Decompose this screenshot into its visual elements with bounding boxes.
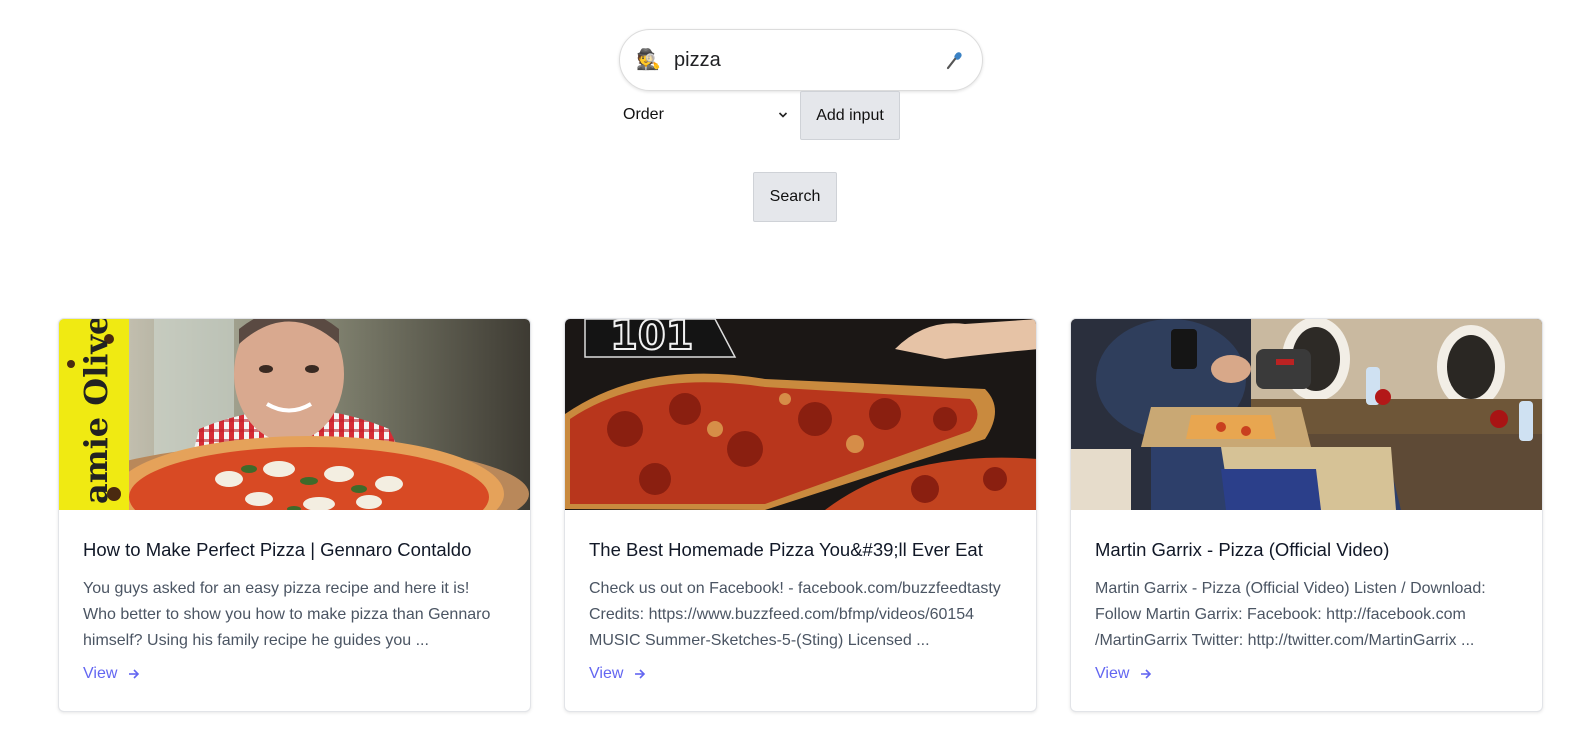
order-select[interactable]: Order <box>615 95 797 135</box>
order-select-value: Order <box>623 106 664 123</box>
arrow-right-icon <box>635 669 646 679</box>
result-title[interactable]: How to Make Perfect Pizza | Gennaro Cont… <box>83 539 506 561</box>
result-card: 101 The Best Homemade Pizza You&#39;ll E… <box>564 318 1037 712</box>
search-button[interactable]: Search <box>753 172 837 222</box>
view-link[interactable]: View <box>1095 665 1153 683</box>
detective-icon: 🕵️ <box>636 49 661 71</box>
result-thumbnail[interactable]: 101 <box>565 319 1036 510</box>
result-description: Check us out on Facebook! - facebook.com… <box>589 580 1001 649</box>
result-card: amie Olive How to Make Perfect Pizza | G… <box>58 318 531 712</box>
thumbnail-brand-text: amie Olive <box>77 319 115 504</box>
search-input[interactable] <box>674 45 944 75</box>
view-link-label: View <box>83 665 118 682</box>
add-input-button[interactable]: Add input <box>800 91 900 140</box>
result-thumbnail[interactable] <box>1071 319 1542 510</box>
result-title[interactable]: The Best Homemade Pizza You&#39;ll Ever … <box>589 539 1012 561</box>
result-title[interactable]: Martin Garrix - Pizza (Official Video) <box>1095 539 1518 561</box>
microphone-icon[interactable] <box>944 49 966 71</box>
chevron-down-icon <box>778 112 788 118</box>
thumbnail-banner-text: 101 <box>610 319 694 359</box>
result-card: Martin Garrix - Pizza (Official Video) M… <box>1070 318 1543 712</box>
result-description: You guys asked for an easy pizza recipe … <box>83 580 491 649</box>
search-bar: 🕵️ <box>619 29 983 91</box>
view-link-label: View <box>589 665 624 682</box>
view-link[interactable]: View <box>83 665 141 683</box>
result-thumbnail[interactable]: amie Olive <box>59 319 530 510</box>
arrow-right-icon <box>129 669 140 679</box>
page: 🕵️ Order Add input Search <box>0 0 1578 738</box>
view-link-label: View <box>1095 665 1130 682</box>
arrow-right-icon <box>1141 669 1152 679</box>
view-link[interactable]: View <box>589 665 647 683</box>
result-description: Martin Garrix - Pizza (Official Video) L… <box>1095 580 1486 649</box>
